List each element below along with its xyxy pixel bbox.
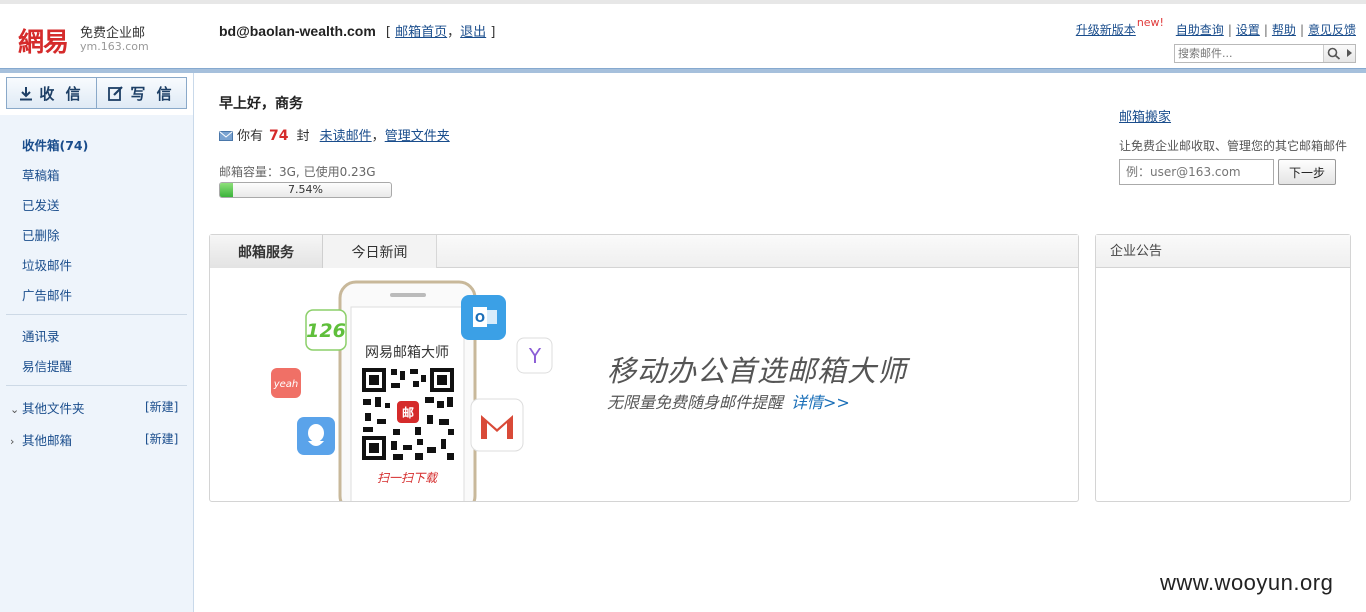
qq-mail-icon xyxy=(297,417,335,455)
top-links: 升级新版本new! 自助查询 | 设置 | 帮助 | 意见反馈 xyxy=(1075,16,1356,37)
migrate-title-link[interactable]: 邮箱搬家 xyxy=(1119,110,1171,125)
other-folders-label: 其他文件夹 xyxy=(22,401,85,416)
chevron-right-icon: › xyxy=(10,435,15,448)
feedback-link[interactable]: 意见反馈 xyxy=(1308,23,1356,37)
logo-mark: 網易 xyxy=(18,28,69,58)
tab-today-news[interactable]: 今日新闻 xyxy=(323,235,437,268)
logo-domain: ym.163.com xyxy=(80,40,149,53)
svg-text:yeah: yeah xyxy=(273,379,299,390)
service-panel: 邮箱服务 今日新闻 网易邮箱大师 邮 扫一扫下载 126 yeah O Y 移动… xyxy=(209,234,1079,502)
unread-mail-link[interactable]: 未读邮件 xyxy=(320,129,372,144)
mail-master-promo-image[interactable]: 网易邮箱大师 邮 扫一扫下载 126 yeah O Y xyxy=(265,279,565,501)
svg-text:126: 126 xyxy=(306,320,346,342)
migrate-email-input[interactable] xyxy=(1119,159,1274,185)
unread-unit: 封 xyxy=(296,129,310,144)
folder-inbox[interactable]: 收件箱(74) xyxy=(22,135,88,154)
manage-folders-link[interactable]: 管理文件夹 xyxy=(385,129,450,144)
scan-download-text: 扫一扫下载 xyxy=(377,471,439,485)
other-folders-toggle[interactable]: ⌄ 其他文件夹 xyxy=(10,398,85,417)
upgrade-link[interactable]: 升级新版本 xyxy=(1076,23,1136,37)
compose-label: 写 信 xyxy=(130,84,175,103)
help-link[interactable]: 帮助 xyxy=(1272,23,1296,37)
chevron-down-icon: ⌄ xyxy=(10,403,20,416)
mailbox-migrate: 邮箱搬家 让免费企业邮收取、管理您的其它邮箱邮件 下一步 xyxy=(1119,106,1359,185)
new-mailbox-link[interactable]: [新建] xyxy=(145,430,178,447)
receive-button[interactable]: 收 信 xyxy=(7,78,96,108)
unread-prefix: 你有 xyxy=(237,129,264,144)
greeting: 早上好，商务 xyxy=(219,96,303,112)
unread-summary: 你有 74 封 未读邮件，管理文件夹 xyxy=(219,125,450,144)
notice-title: 企业公告 xyxy=(1096,235,1350,268)
mail-search xyxy=(1174,44,1356,63)
netease-126-icon: 126 xyxy=(305,309,347,351)
search-icon xyxy=(1327,47,1341,60)
svg-text:邮: 邮 xyxy=(402,405,414,420)
quota-text: 邮箱容量：3G, 已使用0.23G xyxy=(219,165,376,179)
svg-text:Y: Y xyxy=(528,344,542,368)
qr-code: 邮 xyxy=(361,367,455,461)
outlook-icon: O xyxy=(461,295,506,340)
settings-link[interactable]: 设置 xyxy=(1236,23,1260,37)
svg-text:O: O xyxy=(475,311,485,325)
gmail-icon xyxy=(470,398,524,452)
promo-detail-link[interactable]: 详情>> xyxy=(791,393,850,412)
phone-title: 网易邮箱大师 xyxy=(365,345,449,361)
compose-icon xyxy=(108,85,124,101)
service-tabs: 邮箱服务 今日新闻 xyxy=(210,235,1078,268)
folder-ads[interactable]: 广告邮件 xyxy=(22,285,72,304)
compose-button[interactable]: 写 信 xyxy=(96,78,186,108)
other-mailboxes-toggle[interactable]: › 其他邮箱 xyxy=(10,430,72,449)
quota-percent: 7.54% xyxy=(288,183,323,196)
mailbox-home-link[interactable]: 邮箱首页 xyxy=(395,25,447,40)
envelope-icon xyxy=(219,131,233,141)
logo-product-name: 免费企业邮 xyxy=(80,26,146,41)
sidebar-divider xyxy=(6,314,187,315)
account-info: bd@baolan-wealth.com [ 邮箱首页，退出 ] xyxy=(219,23,496,40)
contacts-link[interactable]: 通讯录 xyxy=(22,326,60,345)
tab-mail-services[interactable]: 邮箱服务 xyxy=(210,235,323,268)
header-divider xyxy=(0,68,1366,73)
folder-sent[interactable]: 已发送 xyxy=(22,195,60,214)
folder-deleted[interactable]: 已删除 xyxy=(22,225,60,244)
netease-logo[interactable]: 網易 免费企业邮 ym.163.com xyxy=(18,20,158,60)
unread-count: 74 xyxy=(269,128,289,144)
top-header: 網易 免费企业邮 ym.163.com bd@baolan-wealth.com… xyxy=(0,0,1366,68)
search-input[interactable] xyxy=(1175,45,1323,62)
logout-link[interactable]: 退出 xyxy=(460,25,486,40)
next-step-button[interactable]: 下一步 xyxy=(1278,159,1336,185)
mail-action-buttons: 收 信 写 信 xyxy=(6,77,187,109)
new-badge: new! xyxy=(1136,16,1164,29)
promo-subtitle: 无限量免费随身邮件提醒 详情>> xyxy=(607,393,850,412)
enterprise-notice-panel: 企业公告 xyxy=(1095,234,1351,502)
new-folder-link[interactable]: [新建] xyxy=(145,398,178,415)
quota-progress-bar: 7.54% xyxy=(219,182,392,198)
sidebar: 收 信 写 信 收件箱(74) 草稿箱 已发送 已删除 垃圾邮件 广告邮件 通讯… xyxy=(0,73,194,612)
yeah-icon: yeah xyxy=(271,368,301,398)
self-help-link[interactable]: 自助查询 xyxy=(1176,23,1224,37)
promo-title: 移动办公首选邮箱大师 xyxy=(607,354,908,388)
account-email: bd@baolan-wealth.com xyxy=(219,23,376,39)
sidebar-divider xyxy=(6,385,187,386)
download-icon xyxy=(20,86,33,100)
receive-label: 收 信 xyxy=(39,84,84,103)
migrate-description: 让免费企业邮收取、管理您的其它邮箱邮件 xyxy=(1119,139,1348,153)
search-options-arrow-icon[interactable] xyxy=(1347,49,1352,57)
folder-drafts[interactable]: 草稿箱 xyxy=(22,165,60,184)
yixin-reminder-link[interactable]: 易信提醒 xyxy=(22,356,72,375)
other-mailboxes-label: 其他邮箱 xyxy=(22,433,73,448)
search-button[interactable] xyxy=(1323,45,1355,62)
watermark: www.wooyun.org xyxy=(1160,570,1334,595)
yahoo-icon: Y xyxy=(516,337,553,374)
folder-spam[interactable]: 垃圾邮件 xyxy=(22,255,72,274)
